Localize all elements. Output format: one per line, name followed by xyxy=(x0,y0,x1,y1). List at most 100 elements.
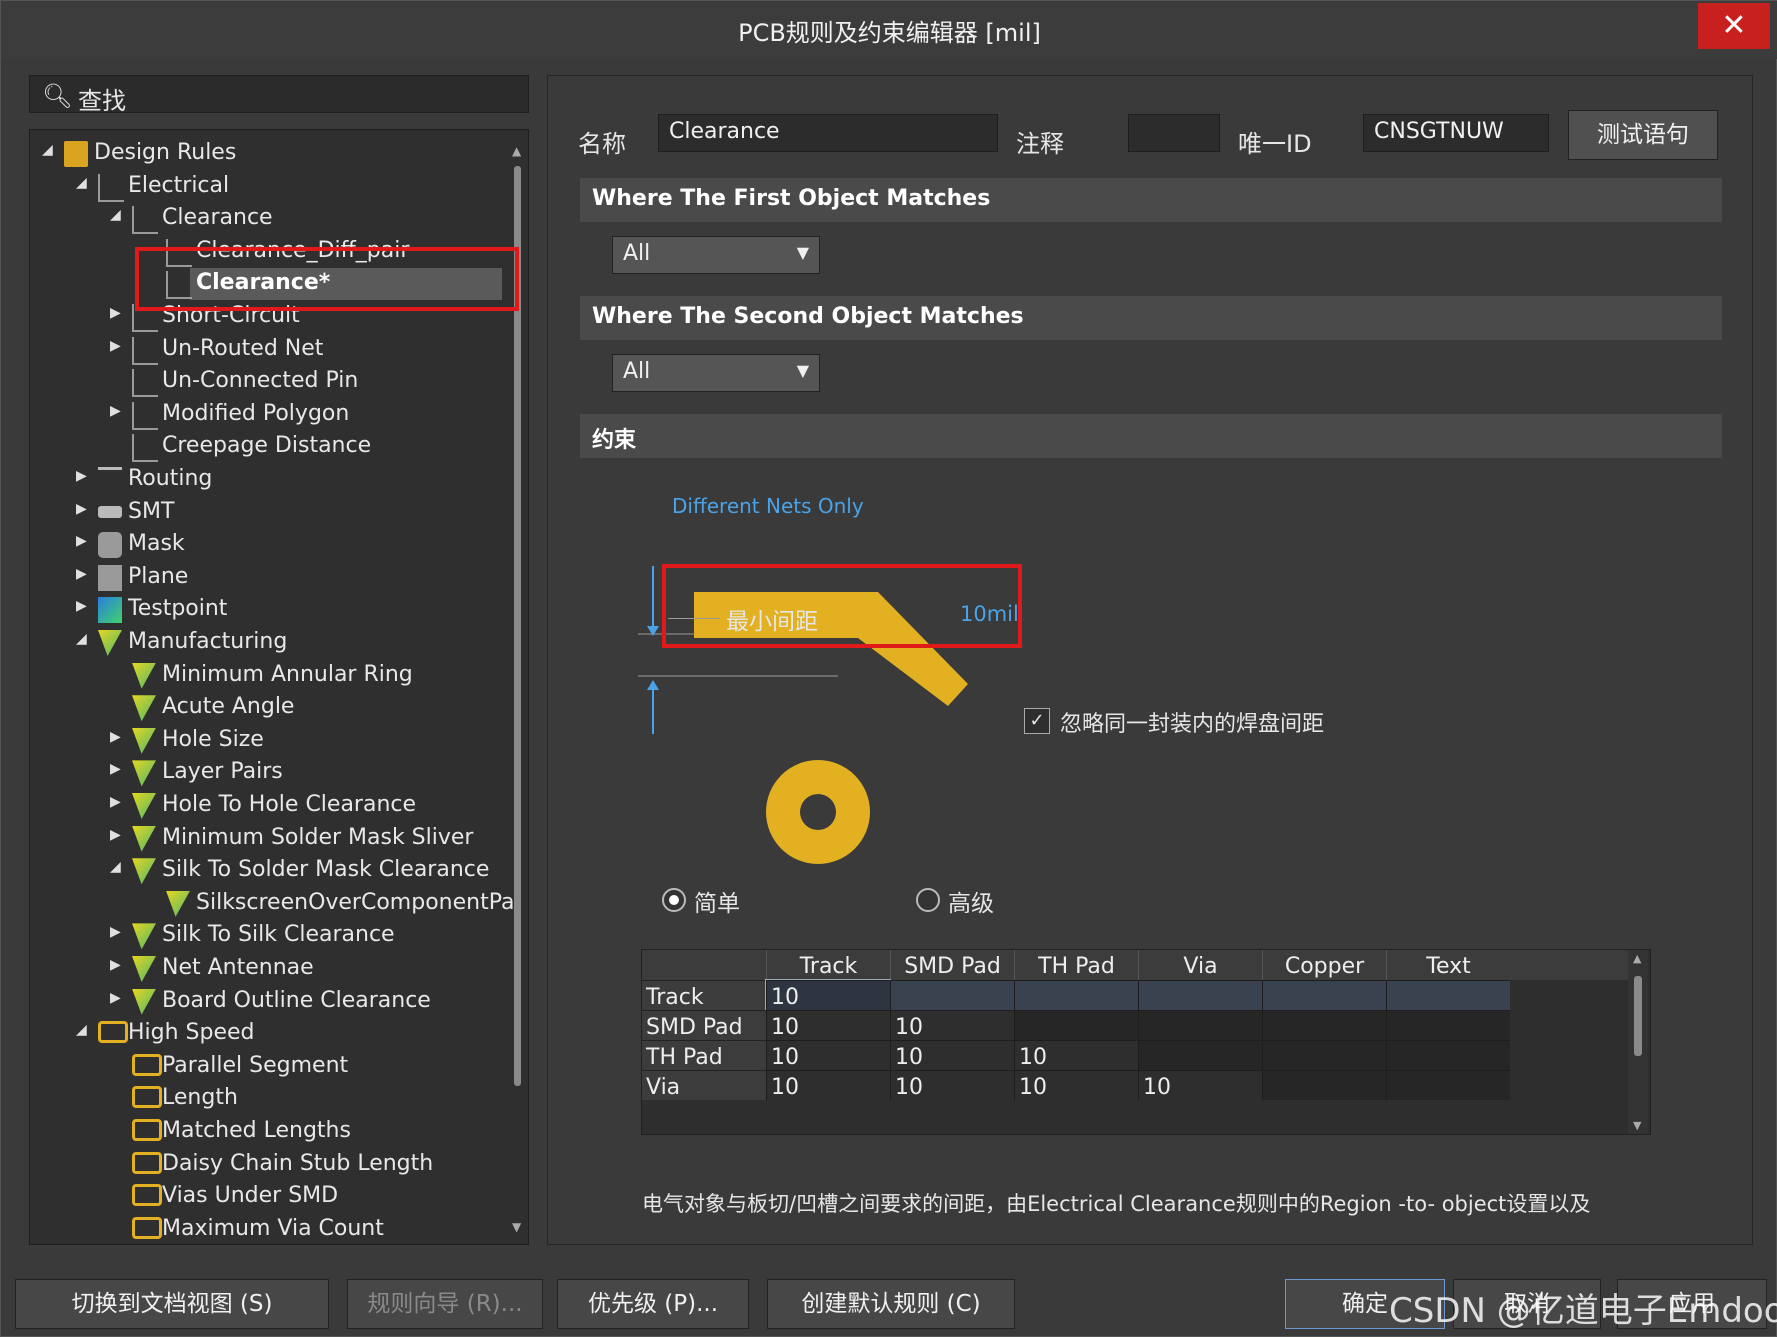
matrix-cell[interactable]: 10 xyxy=(890,1070,1014,1100)
matrix-cell[interactable] xyxy=(1386,1040,1510,1070)
tree-item[interactable]: ▶ Routing xyxy=(30,464,510,496)
matrix-cell[interactable] xyxy=(1138,1010,1262,1040)
tree-item[interactable]: ◢ Design Rules xyxy=(30,138,510,170)
ignore-pads-checkbox[interactable]: ✓ xyxy=(1024,708,1050,734)
matrix-cell[interactable] xyxy=(1262,1040,1386,1070)
matrix-cell[interactable]: 10 xyxy=(1014,1070,1138,1100)
collapse-arrow-icon[interactable]: ◢ xyxy=(110,207,124,223)
rule-wizard-button[interactable]: 规则向导 (R)... xyxy=(347,1279,543,1329)
create-default-rules-button[interactable]: 创建默认规则 (C) xyxy=(767,1279,1015,1329)
tree-item[interactable]: SilkscreenOverComponentPa xyxy=(30,888,514,920)
expand-arrow-icon[interactable]: ▶ xyxy=(110,827,124,843)
matrix-cell[interactable]: 10 xyxy=(766,1010,890,1040)
first-match-dropdown[interactable]: All ▼ xyxy=(612,236,820,274)
matrix-cell[interactable]: 10 xyxy=(765,979,891,1011)
expand-arrow-icon[interactable]: ▶ xyxy=(76,566,90,582)
tree-item[interactable]: ▶ Silk To Silk Clearance xyxy=(30,920,510,952)
tree-item[interactable]: Un-Connected Pin xyxy=(30,366,510,398)
matrix-cell[interactable]: 10 xyxy=(1014,1040,1138,1070)
tree-item[interactable]: ▶ Hole To Hole Clearance xyxy=(30,790,510,822)
tree-item[interactable]: ▶ SMT xyxy=(30,497,510,529)
scroll-up-icon[interactable]: ▲ xyxy=(512,144,521,158)
name-field[interactable]: Clearance xyxy=(658,114,998,152)
collapse-arrow-icon[interactable]: ◢ xyxy=(110,859,124,875)
expand-arrow-icon[interactable]: ▶ xyxy=(110,729,124,745)
second-match-dropdown[interactable]: All ▼ xyxy=(612,354,820,392)
collapse-arrow-icon[interactable]: ◢ xyxy=(76,631,90,647)
matrix-cell[interactable]: 10 xyxy=(890,1010,1014,1040)
tree-item[interactable]: Matched Lengths xyxy=(30,1116,510,1148)
tree-item[interactable]: Minimum Annular Ring xyxy=(30,660,510,692)
tree-item[interactable]: ◢ Manufacturing xyxy=(30,627,510,659)
simple-mode-radio[interactable] xyxy=(662,888,686,912)
tree-item[interactable]: Length xyxy=(30,1083,510,1115)
search-input[interactable]: 🔍︎ 查找 xyxy=(29,75,529,115)
expand-arrow-icon[interactable]: ▶ xyxy=(76,501,90,517)
tree-item[interactable]: ▶ Modified Polygon xyxy=(30,399,510,431)
tree-item[interactable]: ▶ Minimum Solder Mask Sliver xyxy=(30,823,510,855)
tree-item[interactable]: ▶ Layer Pairs xyxy=(30,757,510,789)
matrix-cell[interactable]: 10 xyxy=(1138,1070,1262,1100)
matrix-cell[interactable]: 10 xyxy=(766,1040,890,1070)
priority-button[interactable]: 优先级 (P)... xyxy=(557,1279,749,1329)
scroll-up-icon[interactable]: ▲ xyxy=(1633,952,1641,965)
tree-item[interactable]: Daisy Chain Stub Length xyxy=(30,1149,510,1181)
tree-item[interactable]: Parallel Segment xyxy=(30,1051,510,1083)
matrix-cell[interactable] xyxy=(1262,1010,1386,1040)
advanced-mode-radio[interactable] xyxy=(916,888,940,912)
expand-arrow-icon[interactable]: ▶ xyxy=(110,794,124,810)
expand-arrow-icon[interactable]: ▶ xyxy=(110,924,124,940)
expand-arrow-icon[interactable]: ▶ xyxy=(76,533,90,549)
tree-item[interactable]: ▶ Net Antennae xyxy=(30,953,510,985)
matrix-scrollbar[interactable]: ▲ ▼ xyxy=(1628,950,1648,1134)
scroll-down-icon[interactable]: ▼ xyxy=(512,1220,521,1234)
tree-item[interactable]: ▶ Plane xyxy=(30,562,510,594)
matrix-cell[interactable] xyxy=(1386,980,1510,1010)
expand-arrow-icon[interactable]: ▶ xyxy=(110,761,124,777)
matrix-scroll-thumb[interactable] xyxy=(1634,976,1642,1056)
matrix-cell[interactable]: 10 xyxy=(766,1070,890,1100)
expand-arrow-icon[interactable]: ▶ xyxy=(76,468,90,484)
tree-item[interactable]: ▶ Hole Size xyxy=(30,725,510,757)
tree-item[interactable]: Acute Angle xyxy=(30,692,510,724)
unique-id-field[interactable]: CNSGTNUW xyxy=(1363,114,1549,152)
tree-item[interactable]: ▶ Testpoint xyxy=(30,594,510,626)
matrix-cell[interactable] xyxy=(1138,1040,1262,1070)
expand-arrow-icon[interactable]: ▶ xyxy=(110,957,124,973)
matrix-cell[interactable] xyxy=(890,980,1014,1010)
matrix-cell[interactable] xyxy=(1014,980,1138,1010)
testpoint-icon xyxy=(98,597,122,624)
matrix-cell[interactable] xyxy=(1014,1010,1138,1040)
scroll-down-icon[interactable]: ▼ xyxy=(1633,1119,1641,1132)
tree-item[interactable]: ▶ Mask xyxy=(30,529,510,561)
min-clearance-value[interactable]: 10mil xyxy=(960,602,1019,626)
matrix-cell[interactable] xyxy=(1138,980,1262,1010)
matrix-cell[interactable] xyxy=(1386,1010,1510,1040)
comment-field[interactable] xyxy=(1128,114,1220,152)
collapse-arrow-icon[interactable]: ◢ xyxy=(76,1022,90,1038)
matrix-cell[interactable]: 10 xyxy=(890,1040,1014,1070)
tree-item[interactable]: ◢ High Speed xyxy=(30,1018,510,1050)
tree-item[interactable]: Creepage Distance xyxy=(30,431,510,463)
test-query-button[interactable]: 测试语句 xyxy=(1568,110,1718,160)
expand-arrow-icon[interactable]: ▶ xyxy=(110,305,124,321)
tree-item[interactable]: ▶ Board Outline Clearance xyxy=(30,986,510,1018)
expand-arrow-icon[interactable]: ▶ xyxy=(110,403,124,419)
tree-item[interactable]: Maximum Via Count xyxy=(30,1214,510,1244)
switch-doc-view-button[interactable]: 切换到文档视图 (S) xyxy=(15,1279,329,1329)
expand-arrow-icon[interactable]: ▶ xyxy=(110,338,124,354)
expand-arrow-icon[interactable]: ▶ xyxy=(110,990,124,1006)
clearance-matrix[interactable]: ▲ ▼ Track SMD Pad TH Pad Via Copper Text Track… xyxy=(641,949,1651,1135)
matrix-cell[interactable] xyxy=(1262,1070,1386,1100)
tree-item[interactable]: ◢ Clearance xyxy=(30,203,510,235)
tree-item[interactable]: ▶ Un-Routed Net xyxy=(30,334,510,366)
tree-item[interactable]: ◢ Electrical xyxy=(30,171,510,203)
tree-item[interactable]: ◢ Silk To Solder Mask Clearance xyxy=(30,855,510,887)
tree-item[interactable]: Vias Under SMD xyxy=(30,1181,510,1213)
collapse-arrow-icon[interactable]: ◢ xyxy=(76,175,90,191)
close-button[interactable]: ✕ xyxy=(1698,3,1770,49)
expand-arrow-icon[interactable]: ▶ xyxy=(76,598,90,614)
collapse-arrow-icon[interactable]: ◢ xyxy=(42,142,56,158)
matrix-cell[interactable] xyxy=(1262,980,1386,1010)
matrix-cell[interactable] xyxy=(1386,1070,1510,1100)
